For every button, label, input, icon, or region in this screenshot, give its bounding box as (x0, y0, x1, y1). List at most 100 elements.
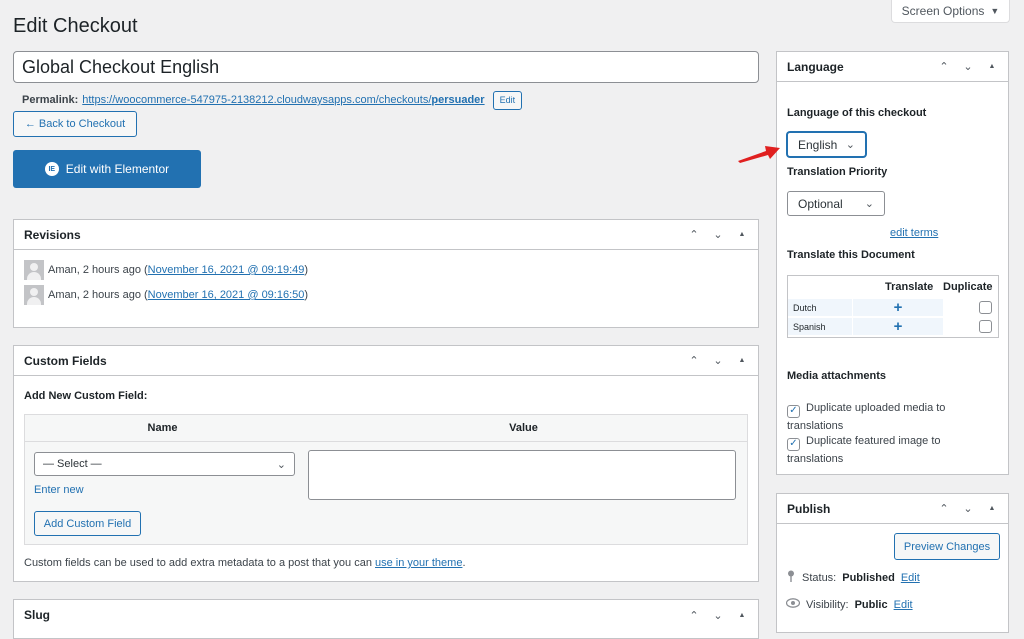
enter-new-link[interactable]: Enter new (34, 484, 84, 496)
visibility-row: Visibility: Public Edit (785, 598, 913, 611)
edit-permalink-button[interactable]: Edit (492, 90, 523, 110)
move-up-icon[interactable]: ⌃ (688, 228, 700, 241)
edit-with-elementor-button[interactable]: IE Edit with Elementor (13, 150, 201, 188)
revision-close: ) (304, 264, 309, 276)
duplicate-featured-image-option[interactable]: ✓ Duplicate featured image to translation… (787, 433, 997, 467)
revision-author: Aman, 2 hours ago ( (48, 289, 148, 301)
move-up-icon[interactable]: ⌃ (688, 609, 700, 622)
toggle-panel-icon[interactable]: ▲ (736, 231, 748, 238)
avatar (24, 260, 44, 280)
priority-select-value: Optional (798, 196, 843, 211)
language-name: Spanish (788, 318, 852, 335)
permalink-link[interactable]: https://woocommerce-547975-2138212.cloud… (82, 94, 484, 106)
language-title: Language (787, 59, 844, 74)
status-value: Published (842, 571, 895, 584)
back-to-checkout-button[interactable]: ← Back to Checkout (13, 111, 137, 137)
language-select-value: English (798, 137, 838, 152)
visibility-label: Visibility: (806, 598, 849, 611)
note-suffix: . (462, 557, 466, 569)
caret-down-icon: ▼ (990, 6, 1000, 16)
duplicate-featured-label: Duplicate featured image to translations (787, 435, 941, 465)
revision-item: Aman, 2 hours ago ( November 16, 2021 @ … (24, 260, 748, 280)
status-row: Status: Published Edit (786, 570, 920, 585)
translation-priority-select[interactable]: Optional ⌄ (787, 191, 885, 216)
move-up-icon[interactable]: ⌃ (688, 354, 700, 367)
chevron-down-icon: ⌄ (864, 198, 874, 210)
chevron-down-icon: ⌄ (845, 139, 855, 151)
move-up-icon[interactable]: ⌃ (938, 60, 950, 73)
toggle-panel-icon[interactable]: ▲ (736, 357, 748, 364)
select-value: — Select — (43, 458, 102, 470)
move-down-icon[interactable]: ⌄ (712, 609, 724, 622)
edit-terms-link[interactable]: edit terms (890, 227, 938, 239)
revision-list: Aman, 2 hours ago ( November 16, 2021 @ … (14, 250, 758, 305)
handle-actions: ⌃ ⌄ ▲ (688, 609, 748, 622)
custom-field-table-header: Name Value (25, 415, 747, 442)
add-translation-plus-icon[interactable]: + (853, 299, 943, 316)
duplicate-featured-checkbox[interactable]: ✓ (787, 437, 800, 451)
revision-close: ) (304, 289, 309, 301)
slug-box: Slug ⌃ ⌄ ▲ (13, 599, 759, 639)
revision-author: Aman, 2 hours ago ( (48, 264, 148, 276)
slug-header: Slug ⌃ ⌄ ▲ (14, 600, 758, 630)
move-down-icon[interactable]: ⌄ (712, 228, 724, 241)
use-in-theme-link[interactable]: use in your theme (375, 557, 462, 569)
post-title-input[interactable]: Global Checkout English (13, 51, 759, 83)
custom-field-key-select[interactable]: — Select — ⌄ (34, 452, 295, 476)
custom-fields-note: Custom fields can be used to add extra m… (24, 557, 466, 569)
custom-field-value-textarea[interactable] (308, 450, 736, 500)
language-name: Dutch (788, 299, 852, 316)
revision-link[interactable]: November 16, 2021 @ 09:19:49 (148, 264, 305, 276)
preview-changes-button[interactable]: Preview Changes (894, 533, 1000, 560)
add-translation-plus-icon[interactable]: + (853, 318, 943, 335)
custom-field-table: Name Value — Select — ⌄ Enter new Add Cu… (24, 414, 748, 545)
handle-actions: ⌃ ⌄ ▲ (938, 502, 998, 515)
screen-options-button[interactable]: Screen Options ▼ (891, 0, 1010, 23)
revisions-title: Revisions (24, 227, 81, 242)
duplicate-checkbox[interactable] (979, 320, 992, 333)
language-select[interactable]: English ⌄ (787, 132, 866, 157)
revisions-header: Revisions ⌃ ⌄ ▲ (14, 220, 758, 250)
move-down-icon[interactable]: ⌄ (962, 60, 974, 73)
custom-fields-header: Custom Fields ⌃ ⌄ ▲ (14, 346, 758, 376)
permalink-base: https://woocommerce-547975-2138212.cloud… (82, 94, 432, 106)
translate-table-header: Translate Duplicate (788, 276, 998, 298)
toggle-panel-icon[interactable]: ▲ (986, 63, 998, 70)
custom-fields-title: Custom Fields (24, 353, 107, 368)
status-edit-link[interactable]: Edit (901, 572, 920, 584)
avatar (24, 285, 44, 305)
add-new-custom-field-heading: Add New Custom Field: (24, 390, 148, 402)
column-name: Name (147, 422, 178, 434)
media-attachments-label: Media attachments (787, 370, 887, 382)
visibility-value: Public (854, 598, 888, 611)
visibility-edit-link[interactable]: Edit (894, 599, 913, 611)
duplicate-checkbox[interactable] (979, 301, 992, 314)
language-box: Language ⌃ ⌄ ▲ Language of this checkout… (776, 51, 1009, 475)
translate-row-dutch: Dutch + (788, 298, 998, 317)
slug-title: Slug (24, 608, 50, 622)
column-translate: Translate (885, 281, 934, 293)
translate-row-spanish: Spanish + (788, 317, 998, 336)
red-arrow-annotation (738, 146, 780, 163)
permalink-row: Permalink: https://woocommerce-547975-21… (22, 90, 523, 110)
revision-link[interactable]: November 16, 2021 @ 09:16:50 (148, 289, 305, 301)
duplicate-uploaded-media-option[interactable]: ✓ Duplicate uploaded media to translation… (787, 400, 997, 434)
translate-table: Translate Duplicate Dutch + Spanish + (787, 275, 999, 338)
move-up-icon[interactable]: ⌃ (938, 502, 950, 515)
translate-document-label: Translate this Document (787, 249, 915, 261)
add-custom-field-button[interactable]: Add Custom Field (34, 511, 141, 536)
eye-icon (785, 598, 801, 611)
toggle-panel-icon[interactable]: ▲ (986, 505, 998, 512)
handle-actions: ⌃ ⌄ ▲ (688, 354, 748, 367)
publish-box: Publish ⌃ ⌄ ▲ Preview Changes Status: Pu… (776, 493, 1009, 633)
duplicate-media-checkbox[interactable]: ✓ (787, 404, 800, 418)
language-of-checkout-label: Language of this checkout (787, 107, 927, 119)
column-duplicate: Duplicate (943, 281, 993, 293)
toggle-panel-icon[interactable]: ▲ (736, 612, 748, 619)
column-value: Value (509, 422, 538, 434)
move-down-icon[interactable]: ⌄ (712, 354, 724, 367)
move-down-icon[interactable]: ⌄ (962, 502, 974, 515)
revision-item: Aman, 2 hours ago ( November 16, 2021 @ … (24, 285, 748, 305)
note-prefix: Custom fields can be used to add extra m… (24, 557, 375, 569)
publish-header: Publish ⌃ ⌄ ▲ (777, 494, 1008, 524)
